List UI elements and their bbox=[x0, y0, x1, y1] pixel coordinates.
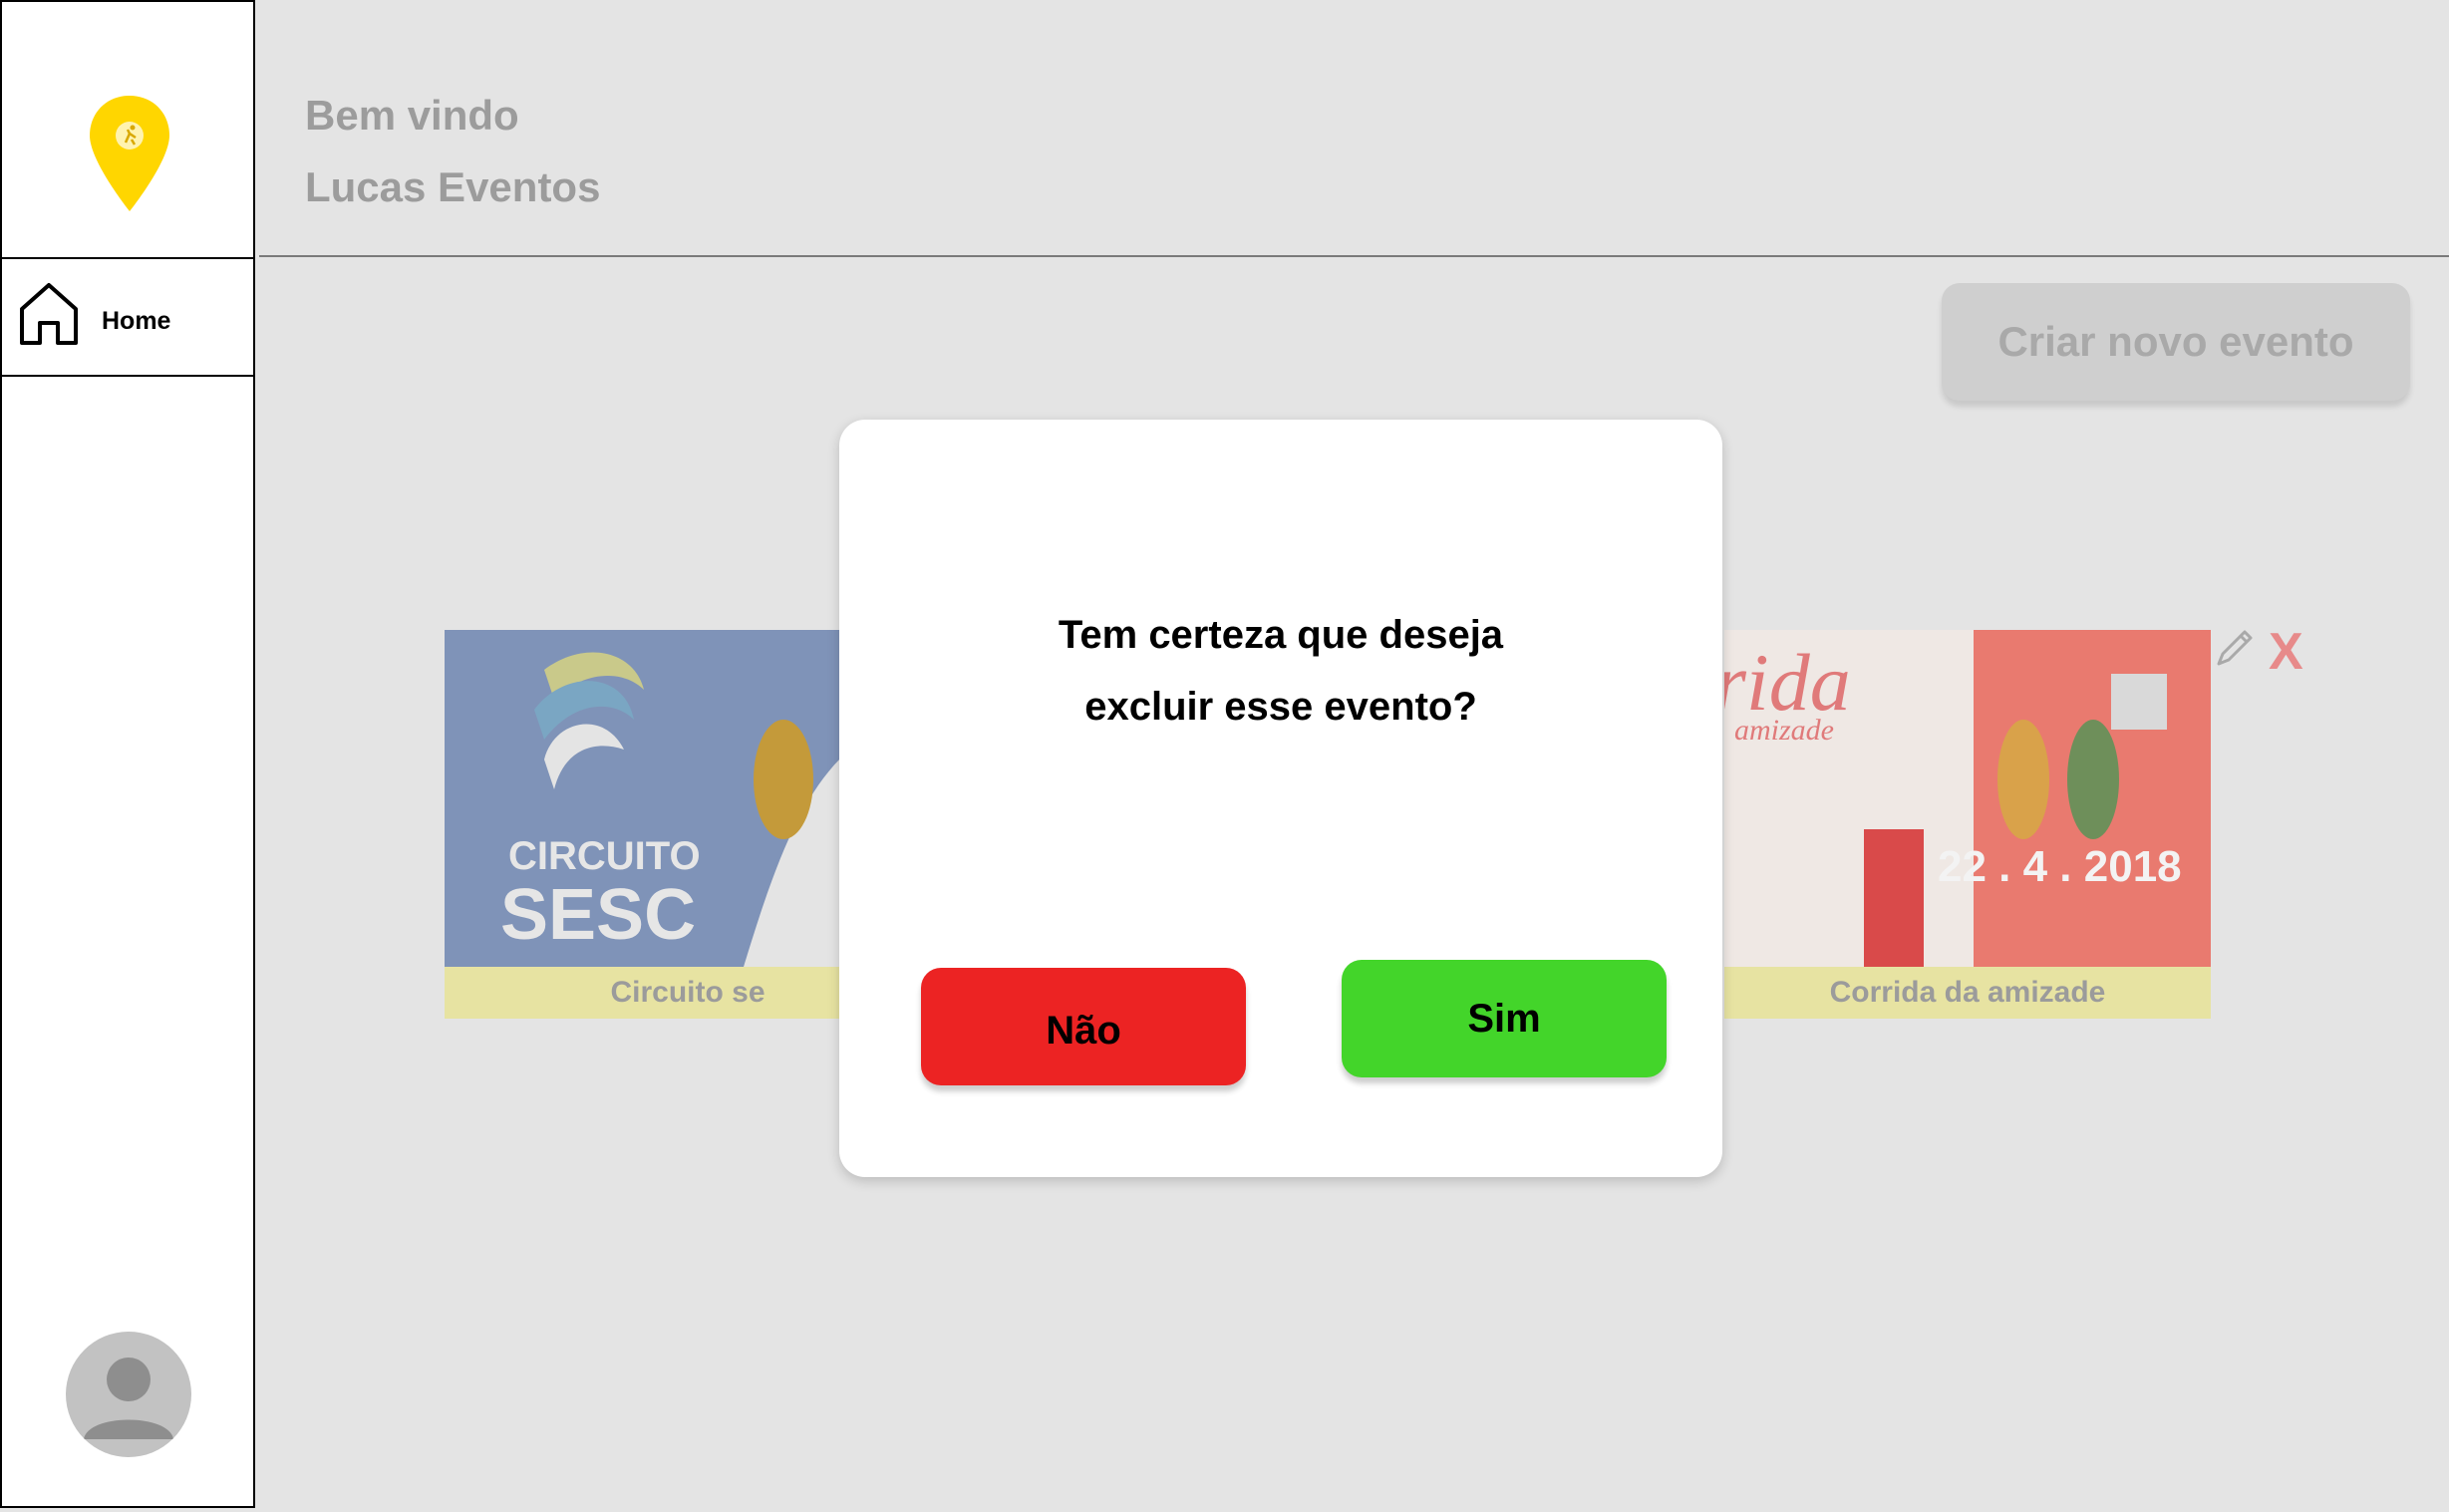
event-card[interactable]: rida amizade 22 . 4 . 2018 Corrida da am… bbox=[1724, 630, 2211, 1019]
user-name: Lucas Eventos bbox=[305, 163, 601, 210]
logo-area bbox=[2, 2, 253, 259]
create-event-button[interactable]: Criar novo evento bbox=[1942, 283, 2410, 401]
greeting-text: Bem vindo bbox=[305, 92, 519, 139]
header: Bem vindo Lucas Eventos bbox=[259, 0, 2449, 257]
delete-button[interactable]: X bbox=[2269, 622, 2303, 682]
image-text: CIRCUITO bbox=[508, 834, 701, 878]
image-text: 22 . 4 . 2018 bbox=[1938, 842, 2182, 891]
image-text: amizade bbox=[1734, 714, 1834, 747]
dialog-message-line: excluir esse evento? bbox=[1084, 685, 1477, 729]
user-avatar-icon[interactable] bbox=[66, 1332, 191, 1457]
dialog-message: Tem certeza que deseja excluir esse even… bbox=[839, 599, 1722, 743]
sidebar-item-label: Home bbox=[102, 307, 171, 335]
event-caption: Corrida da amizade bbox=[1724, 967, 2211, 1019]
dialog-message-line: Tem certeza que deseja bbox=[1058, 613, 1504, 657]
pencil-icon[interactable] bbox=[2213, 626, 2257, 670]
confirm-delete-dialog: Tem certeza que deseja excluir esse even… bbox=[839, 420, 1722, 1177]
sidebar-item-home[interactable]: Home bbox=[2, 259, 253, 377]
image-text: SESC bbox=[500, 875, 696, 955]
location-pin-runner-icon bbox=[90, 96, 169, 211]
person-icon bbox=[84, 1358, 173, 1439]
home-icon bbox=[20, 283, 78, 345]
sidebar: Home bbox=[0, 0, 255, 1508]
yes-button[interactable]: Sim bbox=[1342, 960, 1667, 1077]
event-image: rida amizade 22 . 4 . 2018 bbox=[1724, 630, 2211, 967]
no-button[interactable]: Não bbox=[921, 968, 1246, 1085]
